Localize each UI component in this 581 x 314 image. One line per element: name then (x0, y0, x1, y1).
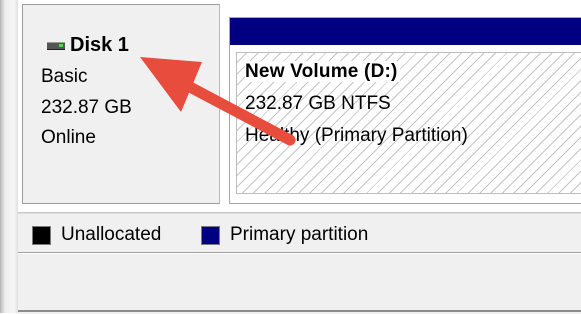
disk-management-window: Disk 1 Basic 232.87 GB Online New Volume… (0, 0, 581, 314)
legend-item-primary: Primary partition (201, 224, 368, 246)
legend-bar: Unallocated Primary partition (18, 213, 581, 253)
disk-status-label: Online (41, 127, 96, 148)
disk-info-panel[interactable]: Disk 1 Basic 232.87 GB Online (22, 4, 220, 204)
partition-block[interactable]: New Volume (D:) 232.87 GB NTFS Healthy (… (229, 17, 581, 204)
disk-size-label: 232.87 GB (41, 97, 132, 118)
status-area (18, 253, 581, 314)
legend-swatch-unallocated (32, 225, 51, 245)
volume-name: New Volume (D:) (245, 61, 400, 83)
status-divider (18, 310, 581, 312)
volume-size-fs: 232.87 GB NTFS (245, 93, 391, 114)
legend-swatch-primary (201, 225, 220, 245)
partition-type-bar (230, 18, 581, 45)
volume-name-label: New Volume (D:) (245, 61, 400, 82)
legend-label-primary: Primary partition (230, 224, 369, 245)
disk-title: Disk 1 (47, 34, 129, 57)
legend-label-unallocated: Unallocated (61, 224, 162, 245)
volume-health: Healthy (Primary Partition) (245, 125, 468, 146)
window-left-border (0, 0, 18, 313)
partition-body[interactable]: New Volume (D:) 232.87 GB NTFS Healthy (… (236, 52, 581, 194)
disk-drive-icon (47, 42, 65, 50)
legend-item-unallocated: Unallocated (32, 224, 161, 246)
disk-type-label: Basic (41, 66, 88, 87)
disk-title-label: Disk 1 (70, 34, 129, 56)
disk-row[interactable]: Disk 1 Basic 232.87 GB Online New Volume… (18, 0, 581, 213)
